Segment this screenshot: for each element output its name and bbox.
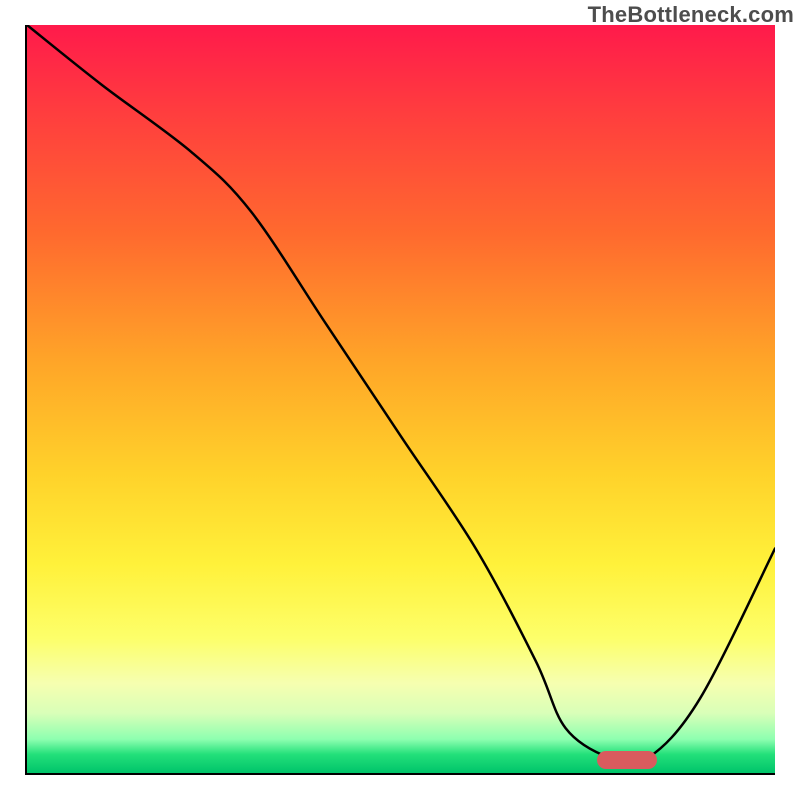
optimal-marker [597, 751, 657, 769]
bottleneck-chart: TheBottleneck.com [0, 0, 800, 800]
line-series [27, 25, 775, 773]
watermark-text: TheBottleneck.com [588, 2, 794, 28]
plot-area [25, 25, 775, 775]
bottleneck-curve-path [27, 25, 775, 764]
